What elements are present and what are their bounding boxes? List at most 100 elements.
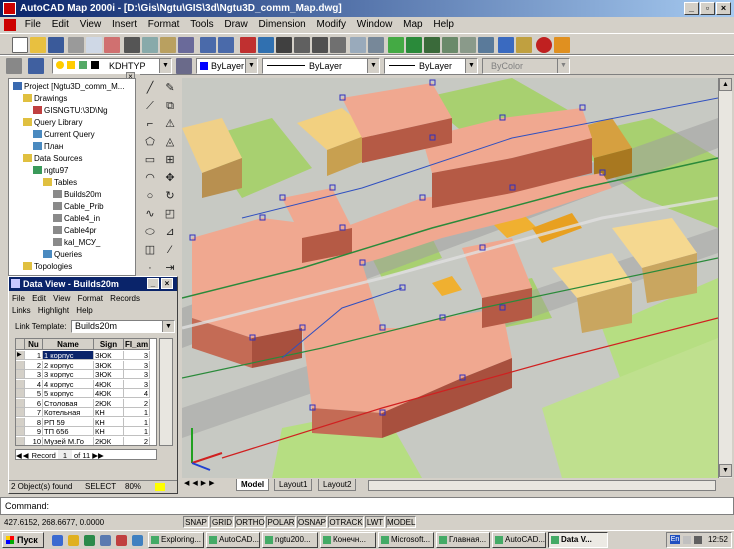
table-cell[interactable]: 3: [124, 370, 150, 379]
polygon-icon[interactable]: ⬠: [142, 134, 158, 150]
arc-icon[interactable]: ◠: [142, 170, 158, 186]
new-icon[interactable]: [12, 37, 28, 53]
zoom-previous-icon[interactable]: [442, 37, 458, 53]
open-icon[interactable]: [30, 37, 46, 53]
tree-item[interactable]: План: [33, 141, 63, 152]
table-cell[interactable]: 2ЮК: [94, 398, 124, 408]
close-button[interactable]: ×: [161, 278, 173, 289]
dv-menu-edit[interactable]: Edit: [32, 294, 46, 303]
taskbar-button[interactable]: AutoCAD...: [492, 532, 546, 548]
zoom-window-icon[interactable]: [424, 37, 440, 53]
find-icon[interactable]: [104, 37, 120, 53]
ucs-icon[interactable]: [368, 37, 384, 53]
menu-edit[interactable]: Edit: [48, 17, 73, 33]
tree-item[interactable]: Data Sources: [23, 153, 82, 164]
stretch-icon[interactable]: ⊿: [162, 224, 178, 240]
print-preview-icon[interactable]: [86, 37, 102, 53]
tree-item[interactable]: GISNGTU:\3D\Ng: [33, 105, 108, 116]
quicklaunch-ie-icon[interactable]: [132, 535, 143, 546]
taskbar-button[interactable]: Microsoft...: [378, 532, 434, 548]
extend-icon[interactable]: ⇥: [162, 260, 178, 276]
zoom-realtime-icon[interactable]: [406, 37, 422, 53]
table-cell[interactable]: 3: [124, 351, 150, 360]
table-cell[interactable]: 3: [124, 379, 150, 389]
layer-dropdown[interactable]: KDHTYP ▼: [52, 58, 172, 74]
chevron-down-icon[interactable]: ▼: [367, 59, 379, 73]
row-selector[interactable]: [16, 417, 25, 427]
table-cell[interactable]: 3: [25, 370, 43, 379]
help-icon[interactable]: [536, 37, 552, 53]
table-cell[interactable]: Музей М.Го: [43, 436, 94, 445]
menu-dimension[interactable]: Dimension: [255, 17, 310, 33]
layer-manager-icon[interactable]: [6, 58, 22, 74]
table-cell[interactable]: 1: [124, 427, 150, 436]
scroll-down-icon[interactable]: ▼: [719, 464, 732, 477]
viewport-vertical-scrollbar[interactable]: ▲ ▼: [718, 78, 732, 478]
make-layer-current-icon[interactable]: [28, 58, 44, 74]
scroll-up-icon[interactable]: ▲: [719, 78, 732, 91]
taskbar-button[interactable]: Data V...: [548, 532, 608, 548]
tab-navigation-icon[interactable]: ◀◀▶▶: [184, 479, 218, 487]
mirror-icon[interactable]: ⚠: [162, 116, 178, 132]
ellipse-icon[interactable]: ⬭: [142, 224, 158, 240]
record-number[interactable]: 1: [57, 450, 72, 459]
record-nav-first-icon[interactable]: ◀◀: [16, 451, 30, 459]
quicklaunch-outlook-icon[interactable]: [100, 535, 111, 546]
row-selector[interactable]: [16, 370, 25, 379]
zoom-all-icon[interactable]: [478, 37, 494, 53]
drawing-viewport[interactable]: [182, 78, 718, 478]
point-icon[interactable]: ·: [142, 260, 158, 276]
move-icon[interactable]: ✥: [162, 170, 178, 186]
record-nav-last-icon[interactable]: ▶▶: [92, 451, 104, 459]
distance-icon[interactable]: [350, 37, 366, 53]
save-icon[interactable]: [48, 37, 64, 53]
print-icon[interactable]: [68, 37, 84, 53]
ortho-toggle[interactable]: ORTHO: [235, 516, 265, 528]
erase-icon[interactable]: ✎: [162, 80, 178, 96]
table-cell[interactable]: 4: [124, 389, 150, 398]
row-selector[interactable]: ▶: [16, 351, 25, 360]
table-cell[interactable]: КН: [94, 417, 124, 427]
chevron-down-icon[interactable]: ▼: [162, 321, 174, 332]
map-tool-icon[interactable]: [554, 37, 570, 53]
table-cell[interactable]: 2: [25, 360, 43, 370]
table-cell[interactable]: 4 корпус: [43, 379, 94, 389]
chevron-down-icon[interactable]: ▼: [465, 59, 477, 73]
table-cell[interactable]: 2 корпус: [43, 360, 94, 370]
camera-icon[interactable]: [312, 37, 328, 53]
column-header[interactable]: Sign: [94, 339, 124, 350]
table-cell[interactable]: ЗЮК: [94, 360, 124, 370]
construction-line-icon[interactable]: ⟋: [142, 98, 158, 114]
insert-block-icon[interactable]: ◫: [142, 242, 158, 258]
taskbar-button[interactable]: ngtu200...: [262, 532, 318, 548]
cut-icon[interactable]: [124, 37, 140, 53]
lwt-toggle[interactable]: LWT: [365, 516, 385, 528]
table-cell[interactable]: 7: [25, 408, 43, 417]
row-selector[interactable]: [16, 360, 25, 370]
menu-window[interactable]: Window: [353, 17, 397, 33]
table-cell[interactable]: 3 корпус: [43, 370, 94, 379]
tree-item[interactable]: Builds20m: [53, 189, 101, 200]
table-cell[interactable]: 1: [124, 417, 150, 427]
layer-thaw-icon[interactable]: [67, 61, 75, 69]
row-selector[interactable]: [16, 436, 25, 445]
quicklaunch-folder-icon[interactable]: [68, 535, 79, 546]
table-cell[interactable]: 2: [124, 398, 150, 408]
table-cell[interactable]: 8: [25, 417, 43, 427]
menu-draw[interactable]: Draw: [220, 17, 251, 33]
zoom-extents-icon[interactable]: [460, 37, 476, 53]
table-cell[interactable]: 6: [25, 398, 43, 408]
tree-item[interactable]: kal_МСУ_: [53, 237, 100, 248]
menu-file[interactable]: File: [21, 17, 45, 33]
pan-icon[interactable]: [388, 37, 404, 53]
document-icon[interactable]: [4, 19, 16, 31]
taskbar-button[interactable]: AutoCAD...: [206, 532, 260, 548]
row-selector[interactable]: [16, 408, 25, 417]
table-cell[interactable]: ТП 656: [43, 427, 94, 436]
maximize-button[interactable]: ▫: [700, 2, 715, 15]
properties-icon[interactable]: [498, 37, 514, 53]
tree-item[interactable]: Cable4_in: [53, 213, 100, 224]
offset-icon[interactable]: ◬: [162, 134, 178, 150]
paste-icon[interactable]: [160, 37, 176, 53]
table-cell[interactable]: 4ЮК: [94, 389, 124, 398]
